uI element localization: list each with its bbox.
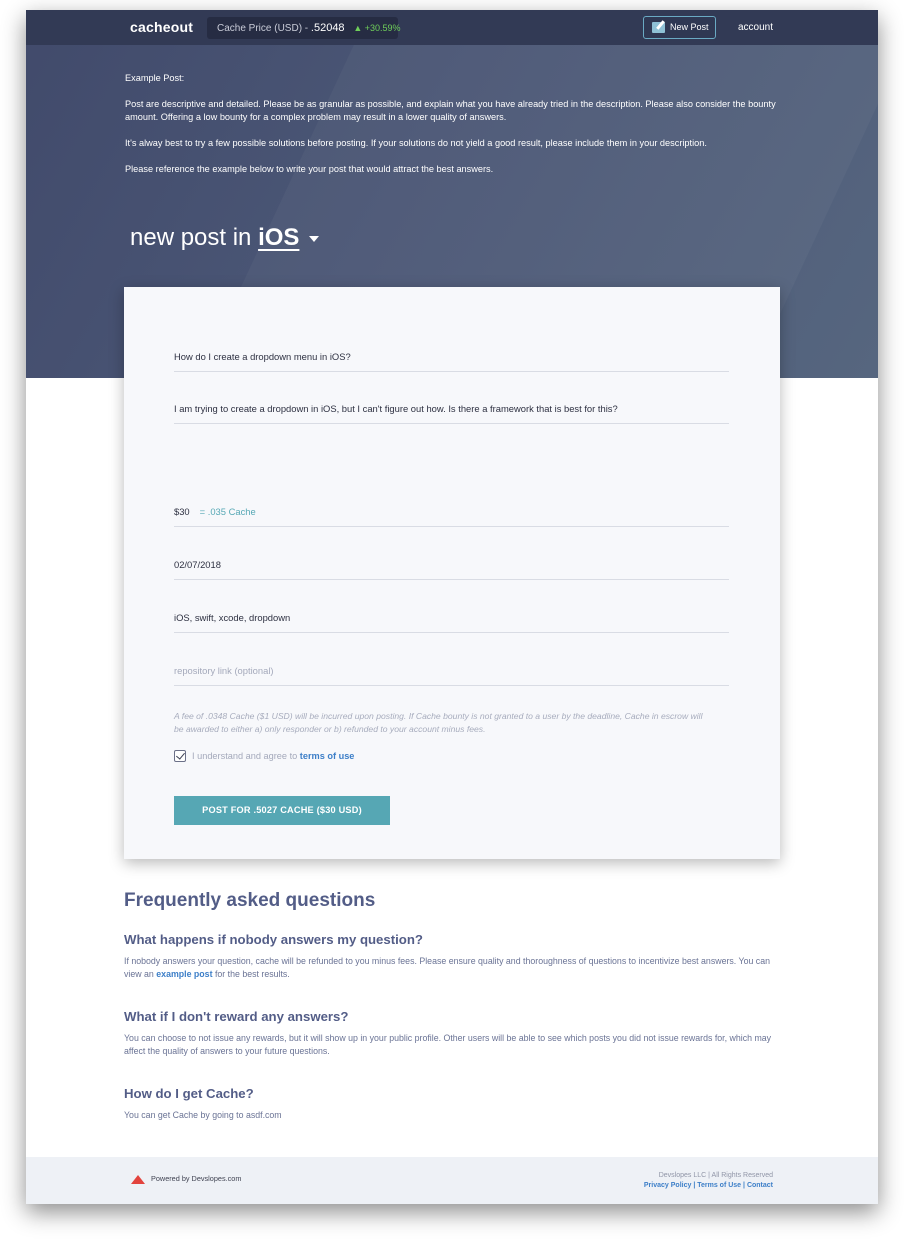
app-window: cacheout Cache Price (USD) - .52048 ▲ +3… — [26, 10, 878, 1204]
category-selector[interactable]: iOS — [258, 224, 299, 251]
faq-title: Frequently asked questions — [124, 890, 376, 911]
faq-answer-2: You can choose to not issue any rewards,… — [124, 1033, 772, 1056]
terms-link[interactable]: Terms of Use — [697, 1182, 741, 1189]
faq-question-3: How do I get Cache? — [124, 1086, 254, 1101]
price-value: .52048 — [310, 22, 345, 34]
caret-down-icon[interactable] — [309, 235, 320, 242]
devslopes-logo-icon — [131, 1174, 145, 1184]
tags-input[interactable]: iOS, swift, xcode, dropdown — [174, 612, 729, 633]
top-navbar: cacheout Cache Price (USD) - .52048 ▲ +3… — [26, 10, 878, 45]
account-link[interactable]: account — [738, 22, 773, 33]
faq-answer-1: If nobody answers your question, cache w… — [124, 955, 784, 981]
faq-answer-1-tail: for the best results. — [212, 969, 290, 979]
agree-checkbox[interactable] — [174, 750, 186, 762]
faq-answer-3: You can get Cache by going to asdf.com — [124, 1110, 282, 1120]
rights-text: Devslopes LLC | All Rights Reserved — [658, 1172, 773, 1179]
privacy-policy-link[interactable]: Privacy Policy — [644, 1182, 691, 1189]
price-change-value: +30.59% — [364, 23, 401, 33]
footer-links: Privacy Policy | Terms of Use | Contact — [644, 1181, 773, 1191]
example-post-link[interactable]: example post — [156, 969, 212, 979]
contact-link[interactable]: Contact — [747, 1182, 773, 1189]
repository-link-input[interactable]: repository link (optional) — [174, 665, 729, 686]
intro-para-3: Please reference the example below to wr… — [125, 164, 494, 174]
new-post-button[interactable]: New Post — [643, 16, 716, 39]
intro-heading: Example Post: — [125, 73, 185, 83]
intro-para-1: Post are descriptive and detailed. Pleas… — [125, 99, 776, 122]
intro-para-2: It's alway best to try a few possible so… — [125, 138, 707, 148]
powered-text[interactable]: Powered by Devslopes.com — [151, 1174, 241, 1183]
price-label: Cache Price (USD) - — [217, 23, 311, 34]
price-change: ▲ +30.59% — [353, 23, 401, 33]
agree-label: I understand and agree to terms of use — [192, 751, 354, 761]
question-input[interactable]: How do I create a dropdown menu in iOS? — [174, 351, 729, 372]
page-title: new post in iOS — [130, 224, 320, 252]
bounty-input[interactable]: $30 = .035 Cache — [174, 506, 729, 527]
agree-text: I understand and agree to — [192, 751, 300, 761]
footer-legal: Devslopes LLC | All Rights Reserved Priv… — [644, 1171, 773, 1191]
faq-question-1: What happens if nobody answers my questi… — [124, 932, 423, 947]
deadline-input[interactable]: 02/07/2018 — [174, 559, 729, 580]
brand-logo[interactable]: cacheout — [130, 19, 193, 35]
bounty-usd: $30 — [174, 506, 190, 517]
intro-text: Example Post: Post are descriptive and d… — [125, 72, 785, 189]
page-footer: Powered by Devslopes.com Devslopes LLC |… — [26, 1157, 878, 1204]
cache-price-ticker: Cache Price (USD) - .52048 ▲ +30.59% — [207, 17, 401, 39]
powered-by: Powered by Devslopes.com — [131, 1174, 241, 1184]
terms-of-use-link[interactable]: terms of use — [300, 751, 355, 761]
description-textarea[interactable]: I am trying to create a dropdown in iOS,… — [174, 403, 729, 424]
new-post-form: How do I create a dropdown menu in iOS? … — [124, 287, 780, 859]
new-post-label: New Post — [670, 22, 709, 32]
submit-post-button[interactable]: POST FOR .5027 CACHE ($30 USD) — [174, 796, 390, 825]
edit-icon — [652, 22, 665, 33]
title-prefix: new post in — [130, 224, 259, 251]
bounty-cache-conversion: = .035 Cache — [199, 506, 256, 517]
fee-notice: A fee of .0348 Cache ($1 USD) will be in… — [174, 711, 703, 734]
faq-question-2: What if I don't reward any answers? — [124, 1009, 349, 1024]
terms-agreement: I understand and agree to terms of use — [174, 750, 354, 762]
faq-section: Frequently asked questions What happens … — [124, 890, 784, 1150]
